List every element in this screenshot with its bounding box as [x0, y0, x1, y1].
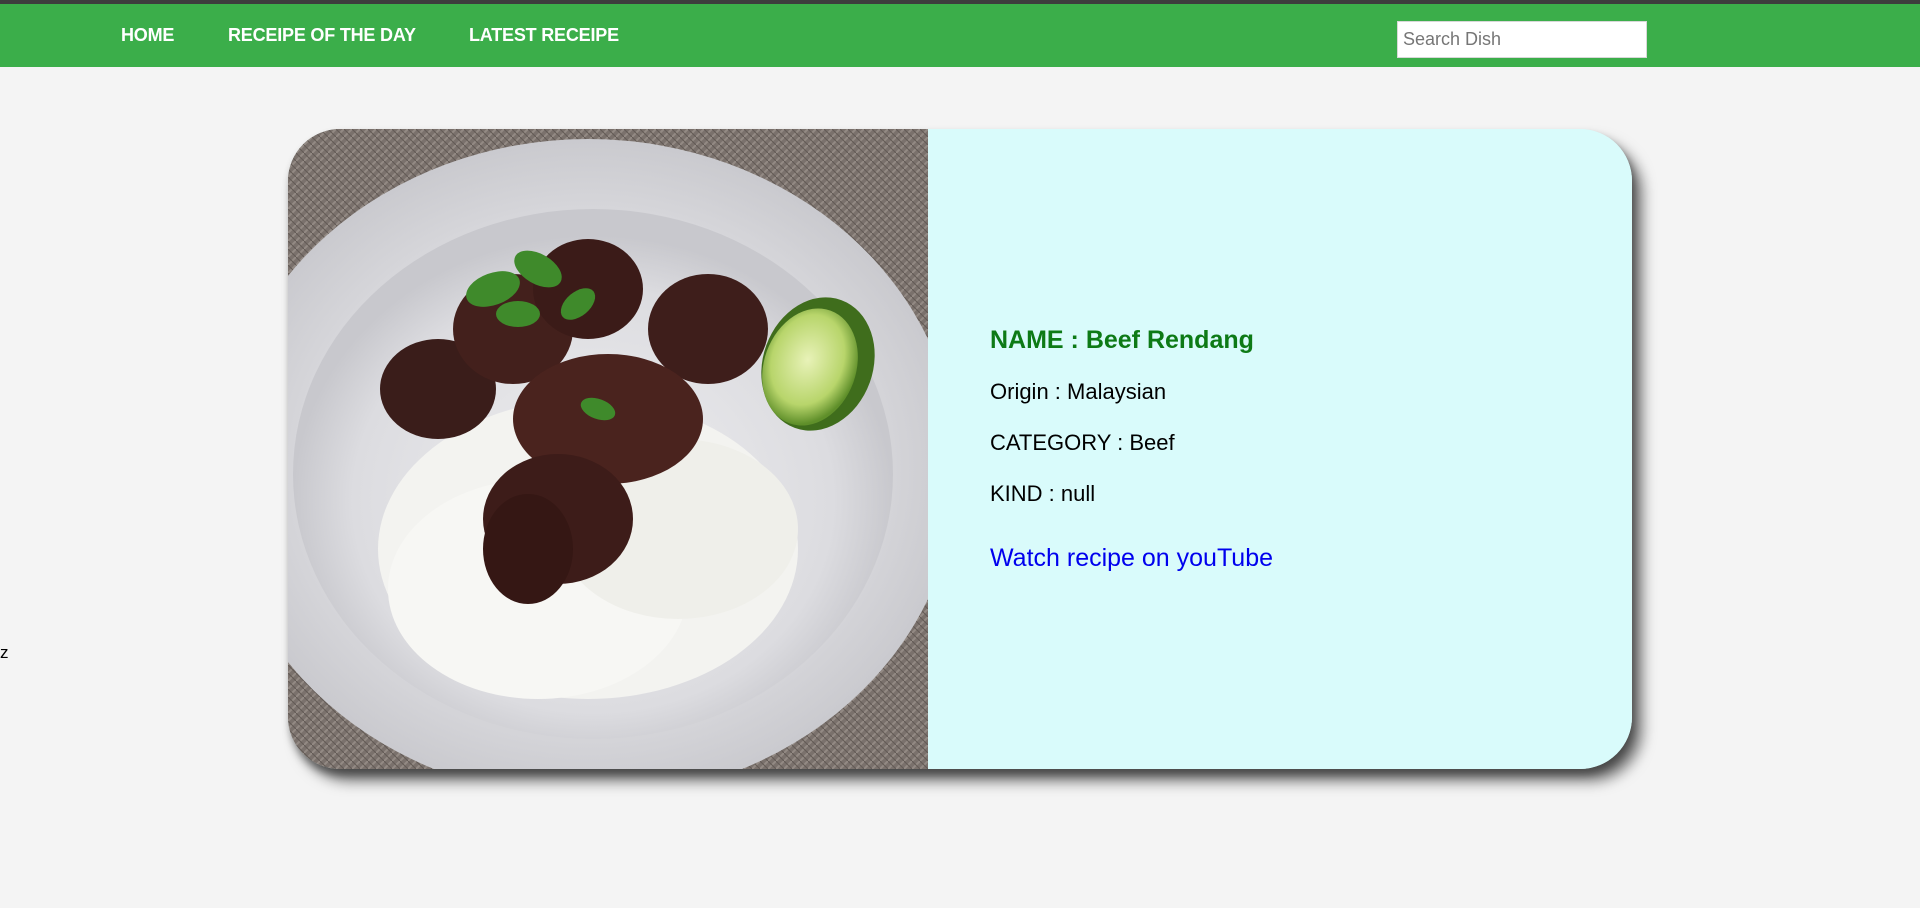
search-dish-input[interactable]: [1397, 21, 1647, 58]
recipe-info-panel: NAME : Beef Rendang Origin : Malaysian C…: [928, 129, 1632, 769]
top-navbar: HOME RECEIPE OF THE DAY LATEST RECEIPE: [0, 0, 1920, 67]
recipe-category: CATEGORY : Beef: [990, 430, 1175, 455]
recipe-origin: Origin : Malaysian: [990, 379, 1167, 404]
watch-on-youtube-link[interactable]: Watch recipe on youTube: [990, 544, 1273, 573]
nav-recipe-of-the-day-link[interactable]: RECEIPE OF THE DAY: [228, 25, 416, 46]
recipe-card: NAME : Beef Rendang Origin : Malaysian C…: [288, 129, 1632, 769]
stray-text: z: [0, 643, 9, 662]
nav-home-link[interactable]: HOME: [121, 25, 174, 46]
recipe-image: [288, 129, 928, 769]
recipe-name: NAME : Beef Rendang: [990, 326, 1254, 354]
nav-latest-recipe-link[interactable]: LATEST RECEIPE: [469, 25, 619, 46]
recipe-kind: KIND : null: [990, 481, 1096, 506]
